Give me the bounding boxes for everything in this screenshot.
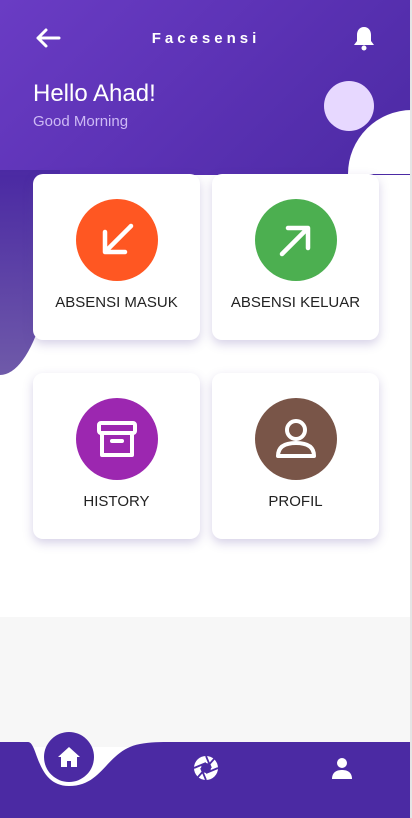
profil-label: PROFIL xyxy=(268,493,323,510)
absensi-masuk-label: ABSENSI MASUK xyxy=(55,294,178,311)
bell-icon xyxy=(354,27,374,51)
nav-home-button[interactable] xyxy=(44,732,94,782)
arrow-down-left-icon xyxy=(102,223,133,255)
greeting-text: Hello Ahad! xyxy=(33,80,156,107)
home-icon xyxy=(58,747,80,767)
content-background xyxy=(0,617,412,747)
history-icon-circle xyxy=(75,398,158,480)
menu-card-absensi-masuk[interactable]: ABSENSI MASUK xyxy=(33,174,200,340)
nav-profile-button[interactable] xyxy=(327,753,357,783)
notification-button[interactable] xyxy=(350,24,378,52)
person-icon xyxy=(332,758,352,779)
absensi-keluar-icon-circle xyxy=(254,199,337,281)
menu-card-history[interactable]: HISTORY xyxy=(33,373,200,539)
menu-card-absensi-keluar[interactable]: ABSENSI KELUAR xyxy=(212,174,379,340)
camera-aperture-icon xyxy=(193,755,219,781)
avatar[interactable] xyxy=(324,81,374,131)
subgreeting-text: Good Morning xyxy=(33,113,129,130)
user-icon xyxy=(275,419,316,458)
archive-box-icon xyxy=(96,421,137,457)
history-label: HISTORY xyxy=(83,493,150,510)
absensi-keluar-label: ABSENSI KELUAR xyxy=(230,294,361,311)
app-screen: Facesensi Hello Ahad! Good Morning ABSEN… xyxy=(0,0,412,818)
menu-card-profil[interactable]: PROFIL xyxy=(212,373,379,539)
profil-icon-circle xyxy=(254,398,337,480)
absensi-masuk-icon-circle xyxy=(75,199,158,281)
nav-camera-button[interactable] xyxy=(191,753,221,783)
arrow-up-right-icon xyxy=(279,225,310,257)
